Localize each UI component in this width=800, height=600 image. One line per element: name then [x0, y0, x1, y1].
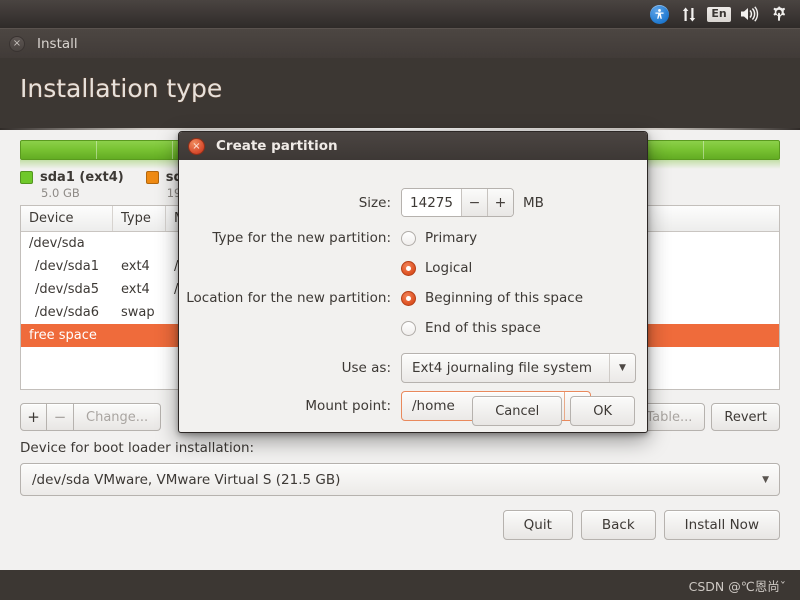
legend-item: sda1 (ext4) 5.0 GB — [20, 170, 124, 200]
gear-glyph — [773, 6, 786, 21]
size-decrement-button[interactable]: − — [461, 189, 487, 216]
cell-type: swap — [121, 305, 155, 320]
dialog-close-icon[interactable]: × — [188, 137, 205, 155]
cell-device: /dev/sda6 — [35, 305, 99, 320]
disk-legend: sda1 (ext4) 5.0 GB sda 199. — [20, 170, 192, 200]
cancel-button[interactable]: Cancel — [472, 396, 563, 426]
window-title: Install — [37, 35, 78, 52]
dialog-title: Create partition — [216, 138, 338, 154]
add-remove-group: + − Change... — [20, 403, 162, 431]
watermark-text: CSDN @℃恩尚ˇ — [688, 578, 786, 594]
accessibility-icon[interactable] — [644, 1, 674, 27]
volume-icon[interactable] — [734, 1, 764, 27]
use-as-value: Ext4 journaling file system — [412, 360, 592, 376]
dialog-body: Size: 14275 − + MB Type for the new part… — [179, 160, 647, 432]
size-input[interactable]: 14275 — [402, 189, 461, 216]
back-button[interactable]: Back — [580, 510, 656, 540]
cell-type: ext4 — [121, 282, 150, 297]
radio-end-label: End of this space — [425, 320, 541, 336]
partition-type-row: Type for the new partition: Primary — [179, 230, 647, 246]
radio-primary-icon[interactable] — [401, 230, 416, 246]
use-as-row: Use as: Ext4 journaling file system ▼ — [179, 353, 647, 383]
usage-segment — [704, 141, 779, 159]
network-icon[interactable] — [674, 1, 704, 27]
create-partition-dialog: × Create partition Size: 14275 − + MB Ty… — [178, 131, 648, 433]
page-footer-buttons: Quit Back Install Now — [0, 510, 800, 540]
input-method-label: En — [707, 6, 731, 22]
radio-logical-label: Logical — [425, 260, 473, 276]
size-row: Size: 14275 − + MB — [179, 188, 647, 217]
watermark-bar: CSDN @℃恩尚ˇ — [0, 570, 800, 600]
legend-swatch-icon — [20, 171, 33, 184]
size-label: Size: — [358, 194, 391, 211]
radio-logical[interactable]: Logical — [401, 260, 472, 276]
use-as-select[interactable]: Ext4 journaling file system ▼ — [401, 353, 636, 383]
column-header-type[interactable]: Type — [113, 206, 166, 231]
legend-size: 5.0 GB — [41, 186, 80, 200]
cell-device: /dev/sda1 — [35, 259, 99, 274]
window-titlebar: × Install — [0, 28, 800, 58]
partition-type-label: Type for the new partition: — [212, 230, 391, 246]
usage-segment — [21, 141, 97, 159]
radio-beginning[interactable]: Beginning of this space — [401, 290, 583, 306]
usage-segment — [97, 141, 173, 159]
radio-end-icon[interactable] — [401, 320, 416, 336]
install-now-button[interactable]: Install Now — [663, 510, 780, 540]
legend-label: sda1 (ext4) — [40, 170, 124, 185]
system-menu-gear-icon[interactable] — [764, 1, 794, 27]
radio-primary-label: Primary — [425, 230, 478, 246]
accessibility-glyph — [654, 8, 664, 19]
radio-primary[interactable]: Primary — [401, 230, 477, 246]
bootloader-device-value: /dev/sda VMware, VMware Virtual S (21.5 … — [32, 471, 341, 488]
chevron-down-icon: ▼ — [762, 474, 769, 485]
remove-partition-button[interactable]: − — [47, 403, 74, 431]
quit-button[interactable]: Quit — [502, 510, 573, 540]
size-stepper[interactable]: 14275 − + — [401, 188, 514, 217]
partition-location-label: Location for the new partition: — [186, 290, 391, 306]
add-partition-button[interactable]: + — [20, 403, 47, 431]
speaker-glyph — [740, 6, 758, 22]
cell-device: /dev/sda5 — [35, 282, 99, 297]
bootloader-device-select[interactable]: /dev/sda VMware, VMware Virtual S (21.5 … — [20, 463, 780, 496]
dialog-footer: Cancel OK — [179, 388, 647, 432]
chevron-down-icon: ▼ — [609, 354, 635, 382]
dialog-titlebar: × Create partition — [179, 132, 647, 160]
column-header-device[interactable]: Device — [21, 206, 113, 231]
radio-beginning-icon[interactable] — [401, 290, 416, 306]
input-method-icon[interactable]: En — [704, 1, 734, 27]
radio-end[interactable]: End of this space — [401, 320, 541, 336]
partition-location-row: Location for the new partition: Beginnin… — [179, 290, 647, 306]
network-arrows-glyph — [682, 7, 696, 21]
window-close-icon[interactable]: × — [9, 35, 25, 52]
cell-type: ext4 — [121, 259, 150, 274]
change-partition-button[interactable]: Change... — [74, 403, 162, 431]
cell-device: /dev/sda — [29, 236, 85, 251]
revert-button[interactable]: Revert — [711, 403, 780, 431]
cell-device: free space — [29, 328, 97, 343]
radio-logical-icon[interactable] — [401, 260, 416, 276]
top-panel: En — [0, 0, 800, 28]
page-header: Installation type — [0, 58, 800, 130]
size-increment-button[interactable]: + — [487, 189, 513, 216]
bootloader-label: Device for boot loader installation: — [20, 440, 255, 456]
ok-button[interactable]: OK — [570, 396, 635, 426]
radio-beginning-label: Beginning of this space — [425, 290, 583, 306]
legend-swatch-icon — [145, 171, 159, 184]
size-unit-label: MB — [523, 194, 544, 211]
page-title: Installation type — [20, 74, 223, 103]
use-as-label: Use as: — [341, 360, 391, 376]
screen: En × Install Installation type sda1 (ext… — [0, 0, 800, 600]
